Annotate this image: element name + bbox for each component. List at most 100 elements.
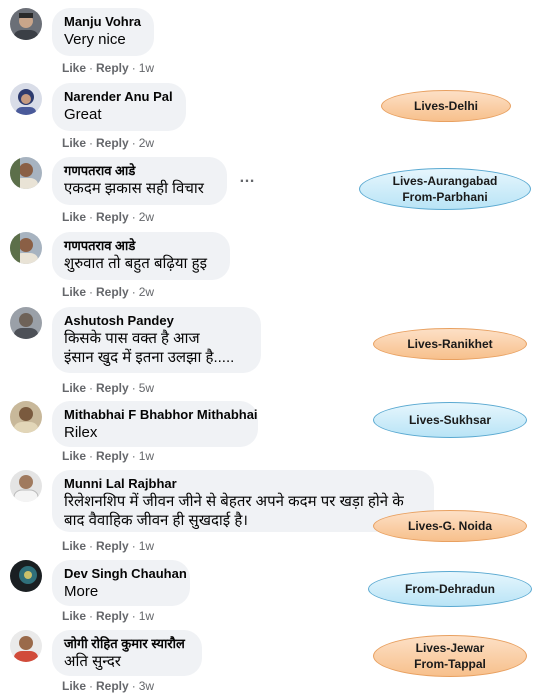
comment-author[interactable]: Dev Singh Chauhan (64, 566, 187, 582)
separator: · (89, 539, 94, 553)
reply-link[interactable]: Reply (96, 449, 129, 463)
separator: · (89, 449, 94, 463)
comment-author[interactable]: Mithabhai F Bhabhor Mithabhai (64, 407, 258, 423)
comment-timestamp[interactable]: 5w (139, 381, 154, 395)
separator: · (131, 609, 136, 623)
separator: · (89, 679, 94, 693)
separator: · (89, 61, 94, 75)
like-link[interactable]: Like (62, 609, 86, 623)
comment-author[interactable]: गणपतराव आडे (64, 238, 218, 254)
location-tag: Lives-Sukhsar (373, 402, 527, 438)
comment-text: Rilex (64, 424, 98, 441)
like-link[interactable]: Like (62, 136, 86, 150)
reply-link[interactable]: Reply (96, 679, 129, 693)
comment-text: More (64, 583, 99, 600)
comment-text: Very nice (64, 31, 126, 48)
comment-actions: Like · Reply · 1w (62, 61, 154, 75)
avatar[interactable] (10, 8, 42, 40)
comment-text: शुरुवात तो बहुत बढ़िया हुइ (64, 255, 207, 272)
location-tag-text: Lives-Sukhsar (408, 413, 492, 427)
separator: · (131, 210, 136, 224)
avatar[interactable] (10, 232, 42, 264)
location-tag: Lives-Ranikhet (373, 328, 527, 360)
avatar[interactable] (10, 401, 42, 433)
comment-text: Great (64, 106, 102, 123)
reply-link[interactable]: Reply (96, 285, 129, 299)
separator: · (89, 285, 94, 299)
location-tag: Lives-Aurangabad From-Parbhani (359, 168, 531, 210)
comment-actions: Like · Reply · 2w (62, 285, 154, 299)
like-link[interactable]: Like (62, 61, 86, 75)
comment-text: अति सुन्दर (64, 653, 121, 670)
reply-link[interactable]: Reply (96, 609, 129, 623)
comment-actions: Like · Reply · 2w (62, 210, 154, 224)
reply-link[interactable]: Reply (96, 539, 129, 553)
comment-timestamp[interactable]: 1w (139, 61, 154, 75)
comment-bubble: Mithabhai F Bhabhor Mithabhai Rilex (52, 401, 258, 447)
separator: · (89, 609, 94, 623)
comment-actions: Like · Reply · 2w (62, 136, 154, 150)
separator: · (131, 539, 136, 553)
comment-author[interactable]: Narender Anu Pal (64, 89, 174, 105)
separator: · (131, 285, 136, 299)
comment-timestamp[interactable]: 2w (139, 136, 154, 150)
comment-actions: Like · Reply · 5w (62, 381, 154, 395)
separator: · (89, 210, 94, 224)
more-options-icon[interactable]: … (239, 169, 256, 187)
comment-bubble: Narender Anu Pal Great (52, 83, 186, 131)
comment-timestamp[interactable]: 2w (139, 210, 154, 224)
separator: · (131, 136, 136, 150)
comment-text: किसके पास वक्त है आज (64, 330, 200, 347)
comment-timestamp[interactable]: 1w (139, 449, 154, 463)
comment-text: एकदम झकास सही विचार (64, 180, 204, 197)
location-tag: Lives-Delhi (381, 90, 511, 122)
location-tag: From-Dehradun (368, 571, 532, 607)
comment-text: इंसान खुद में इतना उलझा है..... (64, 349, 235, 366)
comment-author[interactable]: Ashutosh Pandey (64, 313, 249, 329)
location-tag: Lives-Jewar From-Tappal (373, 635, 527, 677)
reply-link[interactable]: Reply (96, 381, 129, 395)
location-tag-text: From-Tappal (414, 657, 486, 671)
comment-bubble: Ashutosh Pandey किसके पास वक्त है आज इंस… (52, 307, 261, 373)
like-link[interactable]: Like (62, 381, 86, 395)
comment-timestamp[interactable]: 1w (139, 539, 154, 553)
like-link[interactable]: Like (62, 539, 86, 553)
comment-timestamp[interactable]: 1w (139, 609, 154, 623)
reply-link[interactable]: Reply (96, 61, 129, 75)
comment-timestamp[interactable]: 2w (139, 285, 154, 299)
separator: · (131, 449, 136, 463)
location-tag-text: Lives-G. Noida (407, 519, 493, 533)
avatar[interactable] (10, 157, 42, 189)
avatar[interactable] (10, 470, 42, 502)
reply-link[interactable]: Reply (96, 136, 129, 150)
location-tag-text: From-Dehradun (405, 582, 495, 596)
separator: · (89, 381, 94, 395)
like-link[interactable]: Like (62, 449, 86, 463)
comment-text: रिलेशनशिप में जीवन जीने से बेहतर अपने कद… (64, 493, 404, 510)
location-tag-text: Lives-Aurangabad (392, 174, 498, 188)
avatar[interactable] (10, 83, 42, 115)
comment-bubble: गणपतराव आडे शुरुवात तो बहुत बढ़िया हुइ (52, 232, 230, 280)
avatar[interactable] (10, 307, 42, 339)
reply-link[interactable]: Reply (96, 210, 129, 224)
comment-timestamp[interactable]: 3w (139, 679, 154, 693)
location-tag-text: Lives-Jewar (415, 641, 485, 655)
separator: · (131, 61, 136, 75)
comment-actions: Like · Reply · 3w (62, 679, 154, 693)
like-link[interactable]: Like (62, 679, 86, 693)
comment-author[interactable]: Munni Lal Rajbhar (64, 476, 422, 492)
comment-author[interactable]: गणपतराव आडे (64, 163, 215, 179)
avatar[interactable] (10, 630, 42, 662)
comment-bubble: गणपतराव आडे एकदम झकास सही विचार (52, 157, 227, 205)
avatar[interactable] (10, 560, 42, 592)
comment-bubble: Manju Vohra Very nice (52, 8, 154, 56)
separator: · (131, 679, 136, 693)
comment-author[interactable]: Manju Vohra (64, 14, 142, 30)
location-tag-text: Lives-Delhi (413, 99, 479, 113)
separator: · (89, 136, 94, 150)
comment-author[interactable]: जोगी रोहित कुमार स्यारौल (64, 636, 190, 652)
like-link[interactable]: Like (62, 285, 86, 299)
comment-actions: Like · Reply · 1w (62, 539, 154, 553)
location-tag: Lives-G. Noida (373, 510, 527, 542)
like-link[interactable]: Like (62, 210, 86, 224)
